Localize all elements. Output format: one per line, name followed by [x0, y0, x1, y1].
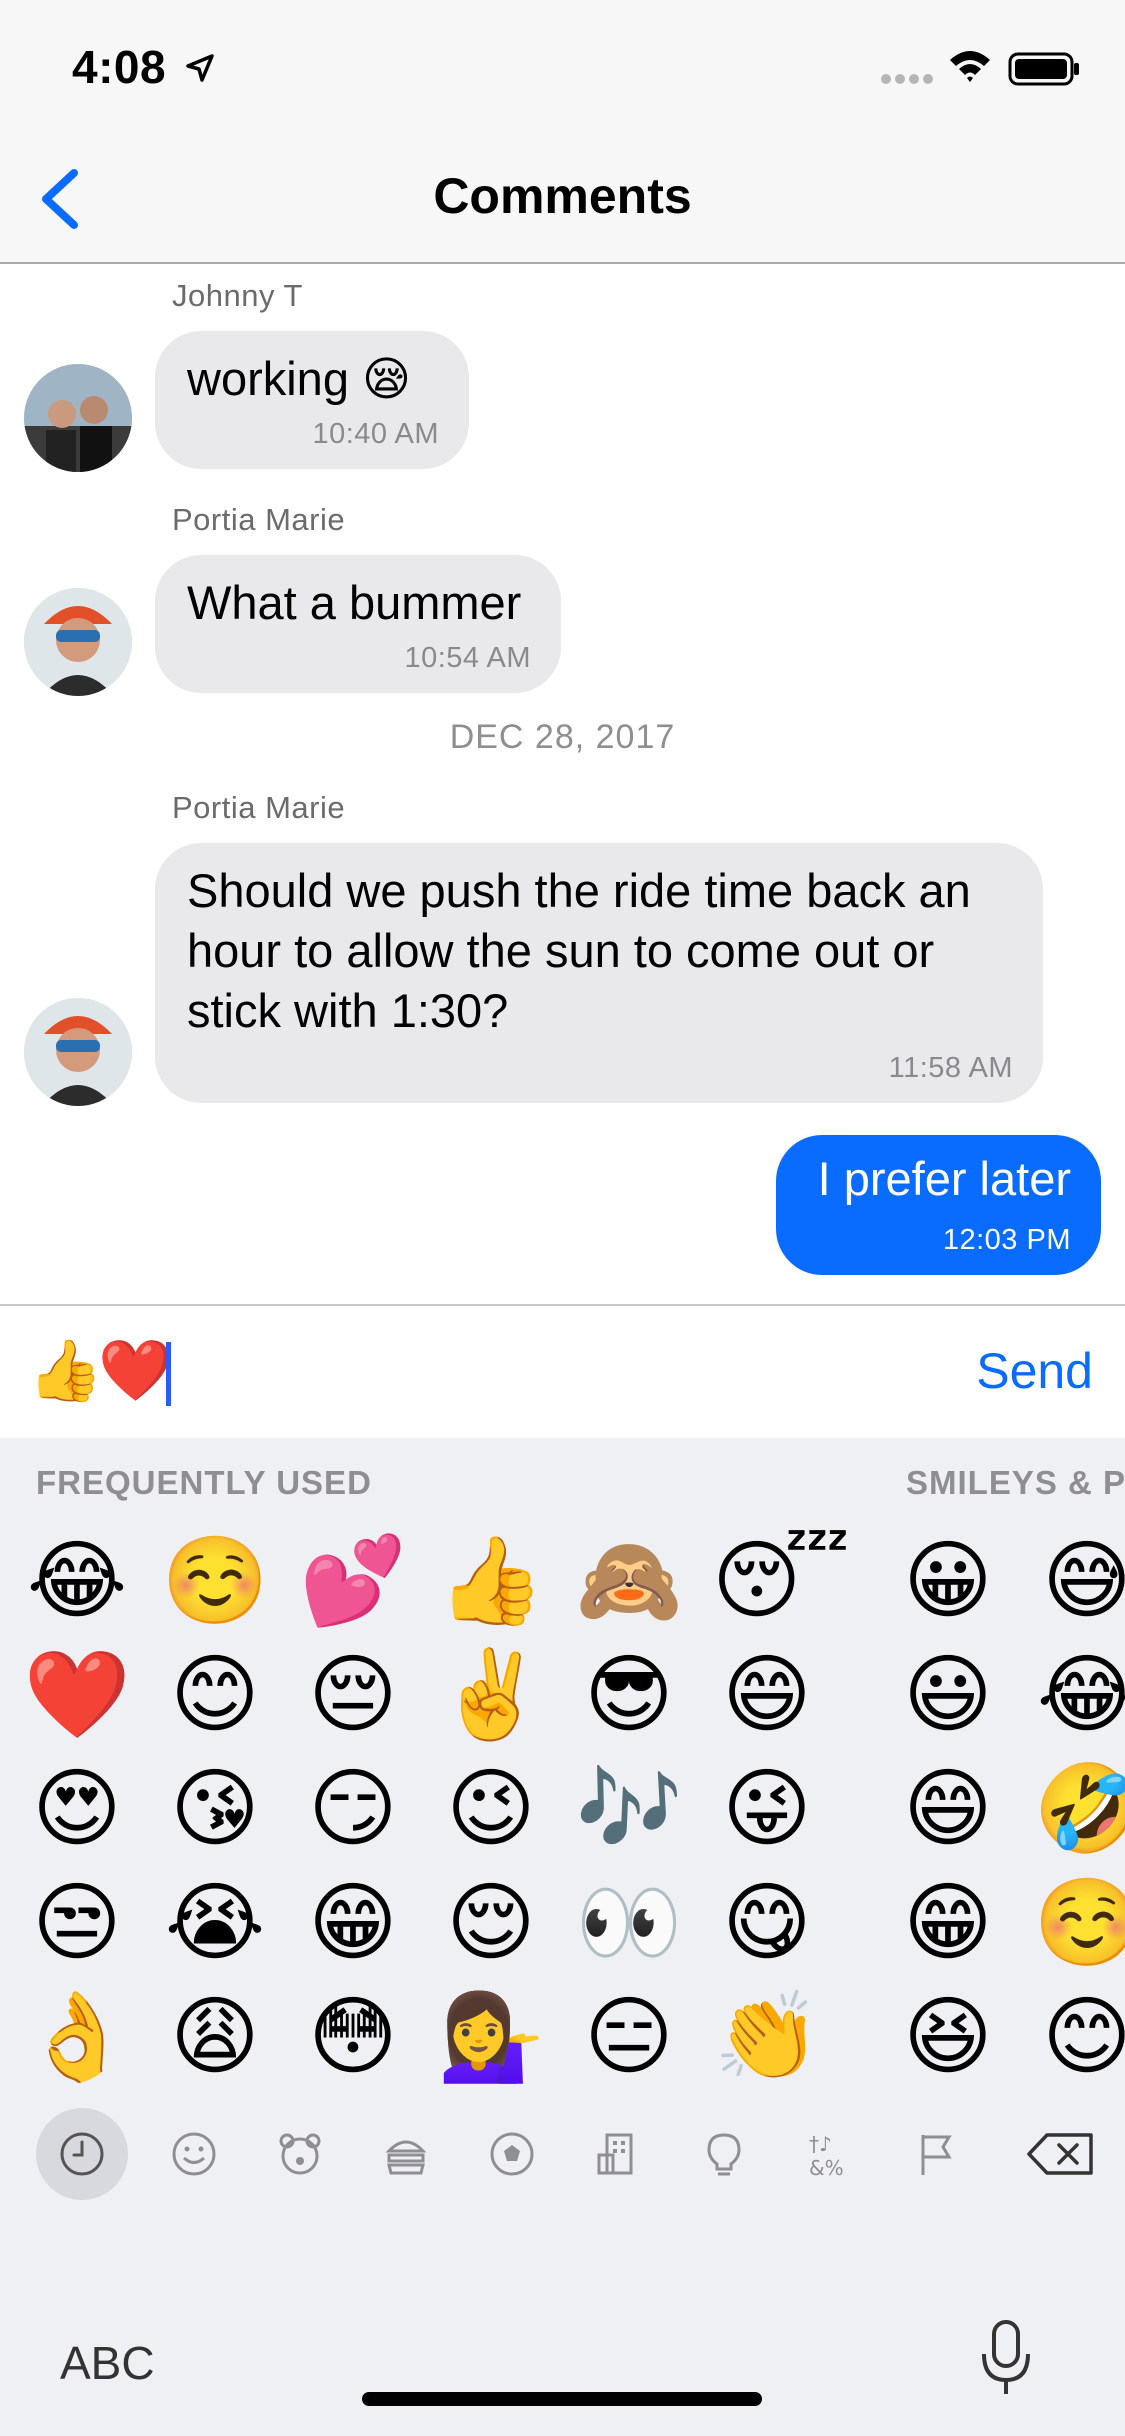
- emoji-grid: 😂 ☺️ 💕 👍 🙈 😴 ❤️ 😊 😔 ✌️ 😎 😄 😍 😘 😏 😉 🎶 😜 😒 😭 😁 😌 👀 😋 👌 😩 😳 💁‍♀️ 😑 👏 😀 😅 😃 😂…: [0, 1526, 1125, 2106]
- abc-key[interactable]: ABC: [60, 2336, 155, 2390]
- emoji-key[interactable]: 😍: [22, 1754, 132, 1864]
- avatar[interactable]: [24, 998, 132, 1106]
- cellular-signal-icon: [881, 74, 933, 84]
- avatar[interactable]: [24, 588, 132, 696]
- emoji-key[interactable]: 😉: [436, 1754, 546, 1864]
- battery-icon: [1008, 52, 1079, 86]
- emoji-key[interactable]: 😘: [160, 1754, 270, 1864]
- comment-text: What a bummer: [187, 576, 522, 629]
- microphone-icon[interactable]: [976, 2318, 1036, 2398]
- own-comment-bubble[interactable]: I prefer later 12:03 PM: [776, 1135, 1101, 1275]
- clock-icon[interactable]: [36, 2108, 128, 2200]
- emoji-key[interactable]: 😑: [574, 1982, 684, 2092]
- emoji-key[interactable]: 😌: [436, 1868, 546, 1978]
- emoji-key[interactable]: 👌: [22, 1982, 132, 2092]
- emoji-key[interactable]: 😀: [893, 1526, 1003, 1636]
- section-label-smileys: SMILEYS & P: [906, 1464, 1125, 1501]
- emoji-key[interactable]: 😆: [893, 1982, 1003, 2092]
- avatar[interactable]: [24, 364, 132, 472]
- emoji-key[interactable]: 😎: [574, 1640, 684, 1750]
- comment-time: 12:03 PM: [942, 1224, 1071, 1256]
- comment-text: I prefer later: [817, 1152, 1071, 1205]
- comment-bubble[interactable]: Should we push the ride time back an hou…: [155, 843, 1043, 1103]
- comment-bubble[interactable]: working 😪 10:40 AM: [155, 331, 469, 469]
- emoji-key[interactable]: 😋: [712, 1868, 822, 1978]
- emoji-key[interactable]: 👍: [436, 1526, 546, 1636]
- emoji-key[interactable]: 🤣: [1032, 1754, 1125, 1864]
- bear-icon[interactable]: [260, 2114, 340, 2194]
- emoji-key[interactable]: 😊: [1032, 1982, 1125, 2092]
- building-icon[interactable]: [578, 2114, 658, 2194]
- comment-text: working 😪: [187, 352, 412, 405]
- comment-time: 10:54 AM: [404, 642, 531, 674]
- comment-time: 11:58 AM: [888, 1052, 1013, 1084]
- emoji-key[interactable]: 😜: [712, 1754, 822, 1864]
- comment-bubble[interactable]: What a bummer 10:54 AM: [155, 555, 561, 693]
- page-title: Comments: [433, 168, 692, 224]
- emoji-key[interactable]: 🙈: [574, 1526, 684, 1636]
- food-icon[interactable]: [366, 2114, 446, 2194]
- emoji-key[interactable]: 💁‍♀️: [436, 1982, 546, 2092]
- comment-composer[interactable]: 👍 ❤️ Send: [0, 1304, 1125, 1438]
- comment-text: Should we push the ride time back an hou…: [187, 864, 971, 1037]
- sender-name: Johnny T: [172, 278, 303, 313]
- bulb-icon[interactable]: [684, 2114, 764, 2194]
- home-indicator: [362, 2392, 762, 2406]
- emoji-key[interactable]: 😴: [712, 1526, 850, 1636]
- smiley-icon[interactable]: [154, 2114, 234, 2194]
- status-time: 4:08: [72, 41, 167, 93]
- sender-name: Portia Marie: [172, 502, 346, 537]
- sender-name: Portia Marie: [172, 790, 346, 825]
- emoji-key[interactable]: 😅: [1032, 1526, 1125, 1636]
- draft-emoji: 👍: [28, 1337, 103, 1404]
- emoji-key[interactable]: ☺️: [160, 1526, 270, 1636]
- svg-text:&%: &%: [809, 2156, 844, 2180]
- wifi-icon: [950, 51, 990, 82]
- emoji-key[interactable]: 🎶: [574, 1754, 684, 1864]
- emoji-key[interactable]: ✌️: [436, 1640, 546, 1750]
- emoji-category-bar: †♪ &%: [0, 2102, 1125, 2206]
- emoji-key[interactable]: 😄: [893, 1754, 1003, 1864]
- emoji-key[interactable]: 😳: [298, 1982, 408, 2092]
- emoji-key[interactable]: 😂: [22, 1526, 132, 1636]
- emoji-key[interactable]: 😏: [298, 1754, 408, 1864]
- emoji-key[interactable]: 😭: [160, 1868, 270, 1978]
- emoji-key[interactable]: 😁: [298, 1868, 408, 1978]
- emoji-key[interactable]: 😊: [160, 1640, 270, 1750]
- emoji-key[interactable]: ❤️: [22, 1640, 132, 1750]
- draft-emoji: ❤️: [98, 1337, 173, 1404]
- flag-icon[interactable]: [896, 2114, 976, 2194]
- emoji-key[interactable]: 😂: [1032, 1640, 1125, 1750]
- emoji-key[interactable]: 👏: [712, 1982, 822, 2092]
- location-arrow-icon: [186, 54, 214, 82]
- emoji-key[interactable]: 😄: [712, 1640, 822, 1750]
- date-separator: DEC 28, 2017: [449, 718, 676, 756]
- ball-icon[interactable]: [472, 2114, 552, 2194]
- navigation-bar: Comments: [0, 135, 1125, 264]
- send-button[interactable]: Send: [976, 1342, 1093, 1400]
- emoji-key[interactable]: 👀: [574, 1868, 684, 1978]
- emoji-key[interactable]: 😃: [893, 1640, 1003, 1750]
- emoji-key[interactable]: 😒: [22, 1868, 132, 1978]
- emoji-key[interactable]: ☺️: [1032, 1868, 1125, 1978]
- symbols-icon[interactable]: †♪ &%: [790, 2114, 870, 2194]
- emoji-key[interactable]: 😁: [893, 1868, 1003, 1978]
- text-caret: [166, 1342, 171, 1406]
- emoji-keyboard: FREQUENTLY USED SMILEYS & P 😂 ☺️ 💕 👍 🙈 😴 ❤️ 😊 😔 ✌…: [0, 1438, 1125, 2436]
- section-label-frequently-used: FREQUENTLY USED: [36, 1464, 372, 1501]
- status-bar: 4:08: [0, 0, 1125, 135]
- comment-time: 10:40 AM: [312, 418, 439, 450]
- emoji-key[interactable]: 😩: [160, 1982, 270, 2092]
- emoji-key[interactable]: 💕: [298, 1526, 408, 1636]
- backspace-icon[interactable]: [1016, 2114, 1106, 2194]
- svg-text:†♪: †♪: [809, 2132, 832, 2156]
- comments-list[interactable]: Johnny T working 😪 10:40 AM Portia Marie…: [0, 264, 1125, 1304]
- emoji-key[interactable]: 😔: [298, 1640, 408, 1750]
